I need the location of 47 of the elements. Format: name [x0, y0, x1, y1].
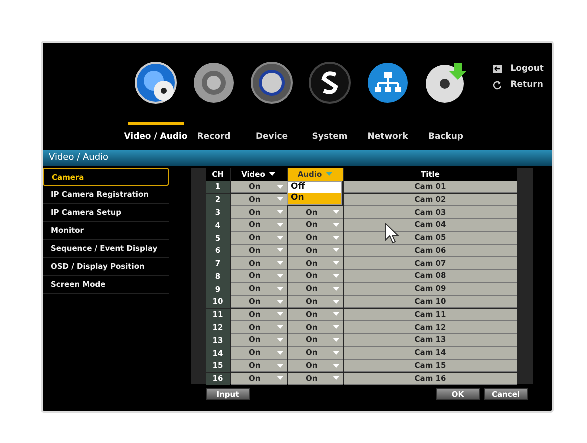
- caret-icon: [277, 197, 284, 202]
- caret-icon: [277, 338, 284, 342]
- caret-icon: [333, 236, 340, 240]
- caret-icon: [277, 376, 284, 380]
- caret-icon: [326, 172, 334, 176]
- network-icon: [366, 61, 410, 105]
- caret-icon: [277, 248, 284, 252]
- caret-icon: [333, 286, 340, 291]
- caret-icon: [277, 261, 284, 266]
- caret-icon: [277, 300, 284, 304]
- caret-icon: [333, 376, 340, 380]
- menu-tab[interactable]: Device: [243, 61, 301, 144]
- caret-icon: [277, 350, 284, 355]
- caret-icon: [333, 325, 340, 330]
- caret-icon: [333, 364, 340, 368]
- caret-icon: [277, 184, 284, 189]
- caret-icon: [333, 222, 340, 227]
- caret-icon: [277, 210, 284, 214]
- caret-icon: [277, 286, 284, 291]
- caret-icon: [333, 338, 340, 342]
- dropdown-option[interactable]: On: [288, 192, 341, 204]
- section-title: Video / Audio: [43, 150, 552, 166]
- caret-icon: [277, 274, 284, 278]
- caret-icon: [333, 350, 340, 355]
- caret-icon: [269, 172, 276, 176]
- caret-icon: [277, 325, 284, 330]
- caret-icon: [333, 248, 340, 252]
- caret-icon: [277, 222, 284, 227]
- knob-icon: [250, 61, 294, 105]
- caret-icon: [333, 261, 340, 266]
- caret-icon: [277, 236, 284, 240]
- return-link[interactable]: Return: [492, 78, 544, 92]
- caret-icon: [333, 312, 340, 316]
- caret-icon: [277, 312, 284, 316]
- caret-icon: [333, 300, 340, 304]
- disc-download-icon: [424, 61, 468, 105]
- camera-lens-icon: [192, 61, 236, 105]
- refresh-icon: [492, 80, 502, 90]
- logout-icon: [492, 65, 502, 74]
- menu-tab[interactable]: Network: [359, 61, 417, 144]
- logout-link[interactable]: Logout: [492, 63, 544, 76]
- menu-tab[interactable]: System: [301, 61, 359, 144]
- menu-tab[interactable]: Backup: [417, 61, 475, 144]
- caret-icon: [333, 274, 340, 278]
- caret-icon: [333, 210, 340, 214]
- mouse-pointer-icon: [385, 223, 400, 245]
- caret-icon: [277, 364, 284, 368]
